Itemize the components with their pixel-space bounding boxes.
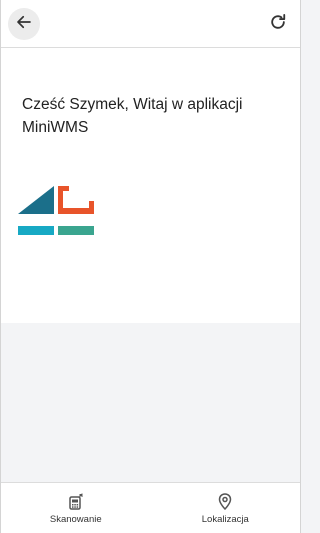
- nav-item-lokalizacja[interactable]: Lokalizacja: [151, 483, 301, 533]
- arrow-left-icon: [15, 13, 33, 36]
- empty-area: [1, 323, 300, 482]
- greeting-text: Cześć Szymek, Witaj w aplikacji MiniWMS: [22, 96, 243, 136]
- nav-label-lokalizacja: Lokalizacja: [201, 514, 249, 525]
- nav-label-skanowanie: Skanowanie: [49, 514, 102, 525]
- refresh-button[interactable]: [262, 8, 294, 40]
- refresh-icon: [268, 12, 288, 37]
- nav-item-skanowanie[interactable]: Skanowanie: [1, 483, 151, 533]
- bottom-navigation: Skanowanie Lokalizacja: [1, 482, 300, 533]
- main-content: Cześć Szymek, Witaj w aplikacji MiniWMS: [1, 48, 300, 323]
- back-button[interactable]: [8, 8, 40, 40]
- miniwms-logo: [17, 184, 95, 241]
- location-pin-icon: [218, 492, 232, 510]
- top-bar: [1, 0, 300, 48]
- app-window: Cześć Szymek, Witaj w aplikacji MiniWMS: [0, 0, 301, 533]
- scanner-icon: [68, 492, 84, 510]
